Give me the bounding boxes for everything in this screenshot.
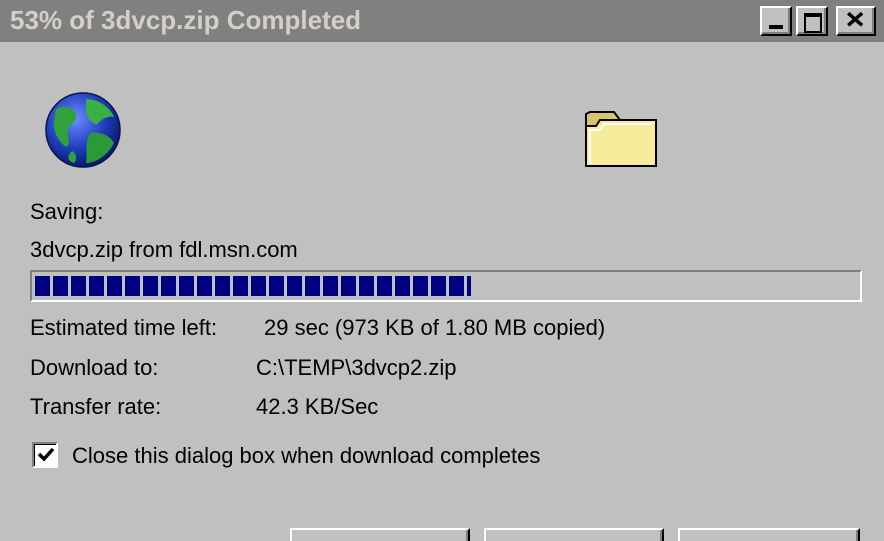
progress-fill: [35, 276, 471, 296]
open-button[interactable]: [290, 528, 470, 541]
maximize-icon: [804, 13, 822, 33]
globe-icon: [45, 92, 121, 168]
open-folder-button[interactable]: [484, 528, 664, 541]
transfer-rate-value: 42.3 KB/Sec: [256, 394, 379, 419]
download-dialog: 53% of 3dvcp.zip Completed Saving: 3dvcp…: [0, 0, 884, 541]
close-on-complete-checkbox[interactable]: [32, 442, 58, 468]
time-left-label: Estimated time left:: [30, 315, 218, 340]
window-title: 53% of 3dvcp.zip Completed: [10, 5, 362, 35]
close-button[interactable]: [836, 6, 876, 36]
download-progress-bar: [30, 270, 862, 302]
download-source: 3dvcp.zip from fdl.msn.com: [30, 237, 298, 262]
cancel-button[interactable]: [678, 528, 860, 541]
download-to-value: C:\TEMP\3dvcp2.zip: [256, 355, 457, 380]
maximize-button[interactable]: [796, 6, 828, 36]
folder-icon: [585, 111, 657, 167]
minimize-button[interactable]: [760, 6, 792, 36]
close-on-complete-label[interactable]: Close this dialog box when download comp…: [72, 443, 540, 469]
checkmark-icon: [37, 447, 55, 462]
minimize-icon: [769, 25, 783, 29]
title-bar[interactable]: 53% of 3dvcp.zip Completed: [0, 0, 884, 42]
saving-label: Saving:: [30, 199, 104, 224]
transfer-rate-label: Transfer rate:: [30, 394, 162, 419]
download-to-label: Download to:: [30, 355, 159, 380]
close-icon: [847, 11, 864, 27]
time-left-value: 29 sec (973 KB of 1.80 MB copied): [264, 315, 606, 340]
